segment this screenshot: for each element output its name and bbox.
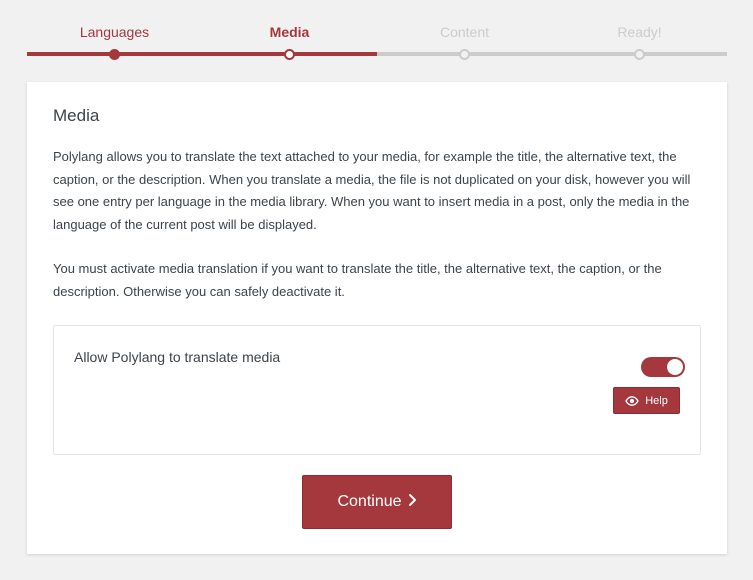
step-content: Content [377,0,552,62]
step-label: Ready! [617,24,662,40]
chevron-right-icon [408,493,417,512]
activation-note: You must activate media translation if y… [53,261,662,299]
help-button-label: Help [645,395,668,407]
step-dot [109,49,120,60]
step-label: Content [439,24,490,40]
media-description: Polylang allows you to translate the tex… [53,149,691,232]
media-step-card: Media Polylang allows you to translate t… [27,82,727,554]
step-dot [634,49,645,60]
toggle-knob [667,359,683,375]
continue-button-label: Continue [337,493,402,510]
step-label: Languages [79,24,150,40]
media-translation-option: Allow Polylang to translate media Help [53,325,701,455]
page-title: Media [53,106,100,125]
step-languages: Languages [27,0,202,62]
option-label: Allow Polylang to translate media [74,349,281,365]
step-label: Media [269,24,310,40]
translate-media-toggle[interactable] [641,357,685,377]
step-dot [284,49,295,60]
step-media: Media [202,0,377,62]
help-button[interactable]: Help [613,387,680,414]
setup-stepper: Languages Media Content Ready! [27,0,727,62]
step-dot [459,49,470,60]
continue-button[interactable]: Continue [302,475,452,529]
eye-icon [625,396,639,406]
step-ready: Ready! [552,0,727,62]
